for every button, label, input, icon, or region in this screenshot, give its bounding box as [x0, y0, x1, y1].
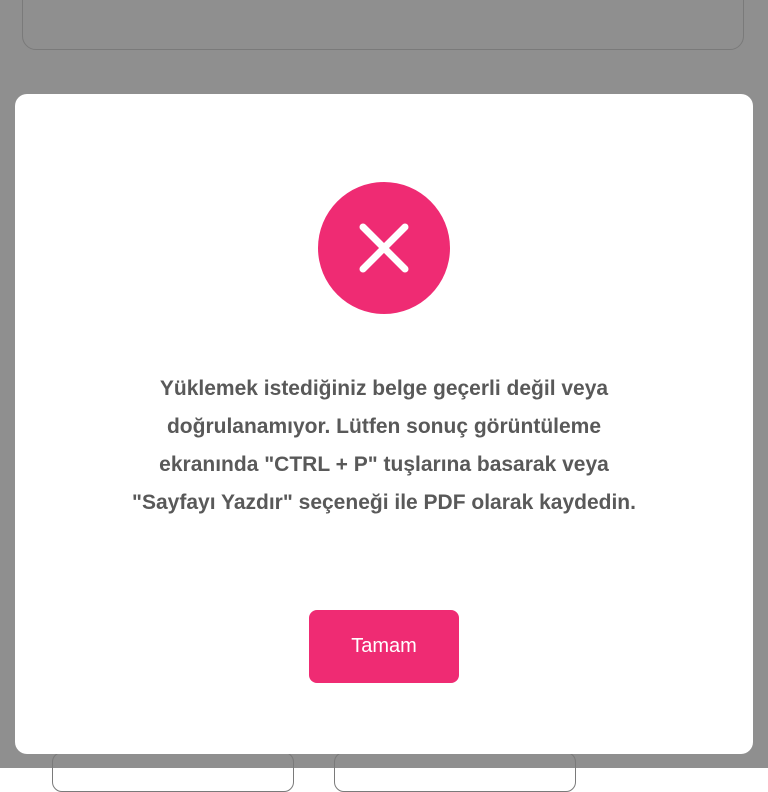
error-message: Yüklemek istediğiniz belge geçerli değil…	[55, 370, 713, 522]
background-card	[52, 752, 294, 792]
background-card	[22, 0, 744, 50]
background-card	[334, 752, 576, 792]
error-message-line: "Sayfayı Yazdır" seçeneği ile PDF olarak…	[132, 491, 636, 514]
error-message-line: ekranında "CTRL + P" tuşlarına basarak v…	[159, 453, 609, 476]
close-icon	[359, 223, 409, 273]
error-message-line: doğrulanamıyor. Lütfen sonuç görüntüleme	[166, 415, 602, 438]
error-dialog: Yüklemek istediğiniz belge geçerli değil…	[15, 94, 753, 754]
error-badge	[318, 182, 450, 314]
error-message-line: Yüklemek istediğiniz belge geçerli değil…	[159, 377, 609, 400]
confirm-button[interactable]: Tamam	[309, 610, 459, 683]
